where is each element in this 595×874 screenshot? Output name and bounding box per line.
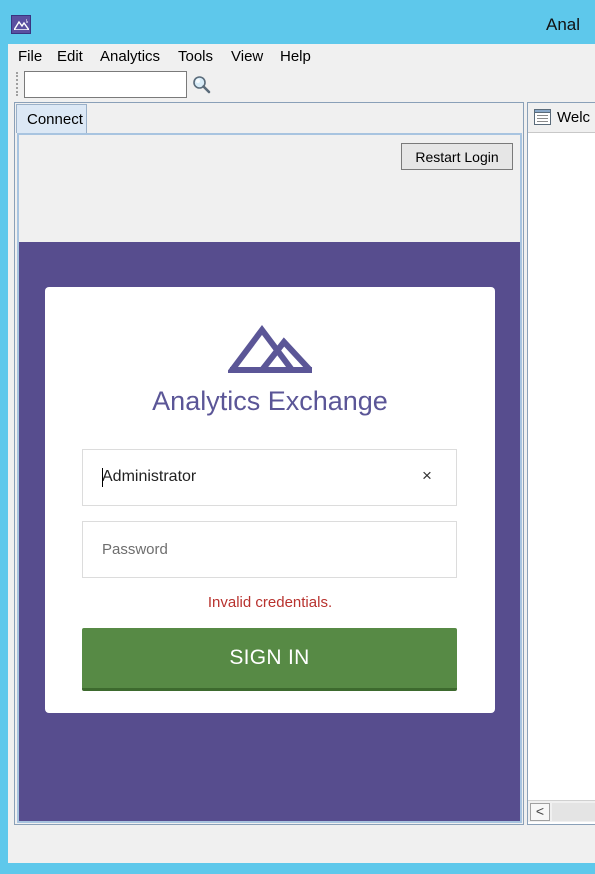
login-card: Analytics Exchange Administrator × Inval… [45,287,495,713]
app-window: Anal File Edit Analytics Tools View Help… [0,0,595,874]
search-input[interactable] [24,71,187,98]
title-bar[interactable]: Anal [0,6,595,44]
scroll-track[interactable] [552,803,595,821]
menu-analytics[interactable]: Analytics [100,48,160,65]
menu-help[interactable]: Help [280,48,311,65]
connect-content: Restart Login Analytics Exchange Adminis… [17,133,522,823]
toolbar [8,68,595,100]
analytics-mountain-icon [11,15,31,34]
menu-bar: File Edit Analytics Tools View Help [8,44,595,68]
toolbar-grip[interactable] [16,72,19,96]
menu-tools[interactable]: Tools [178,48,213,65]
tab-connect[interactable]: Connect [16,104,87,133]
text-caret [102,468,103,487]
brand-name: Analytics Exchange [152,386,388,416]
restart-login-button[interactable]: Restart Login [401,143,513,170]
username-field[interactable]: Administrator × [82,449,457,506]
menu-edit[interactable]: Edit [57,48,83,65]
clear-icon[interactable]: × [422,466,432,486]
sign-in-button[interactable]: SIGN IN [82,628,457,691]
horizontal-scrollbar[interactable]: < [528,800,595,822]
analytics-exchange-logo [226,324,314,374]
username-value: Administrator [102,468,197,485]
welcome-panel: Welc < [527,102,595,825]
error-message: Invalid credentials. [207,594,333,611]
magnifier-icon[interactable] [191,74,213,96]
tab-welcome[interactable]: Welc [528,103,595,133]
app-client-area: File Edit Analytics Tools View Help Conn… [8,44,595,863]
status-bar [8,829,595,863]
tab-welcome-label: Welc [557,109,591,126]
menu-view[interactable]: View [231,48,263,65]
window-title: Anal [546,15,581,34]
connect-panel: Connect Restart Login Analytics Exchange… [14,102,524,825]
login-background: Analytics Exchange Administrator × Inval… [19,242,520,821]
document-icon [534,109,551,125]
scroll-left-icon[interactable]: < [530,803,550,821]
password-field[interactable] [82,521,457,578]
menu-file[interactable]: File [18,48,42,65]
